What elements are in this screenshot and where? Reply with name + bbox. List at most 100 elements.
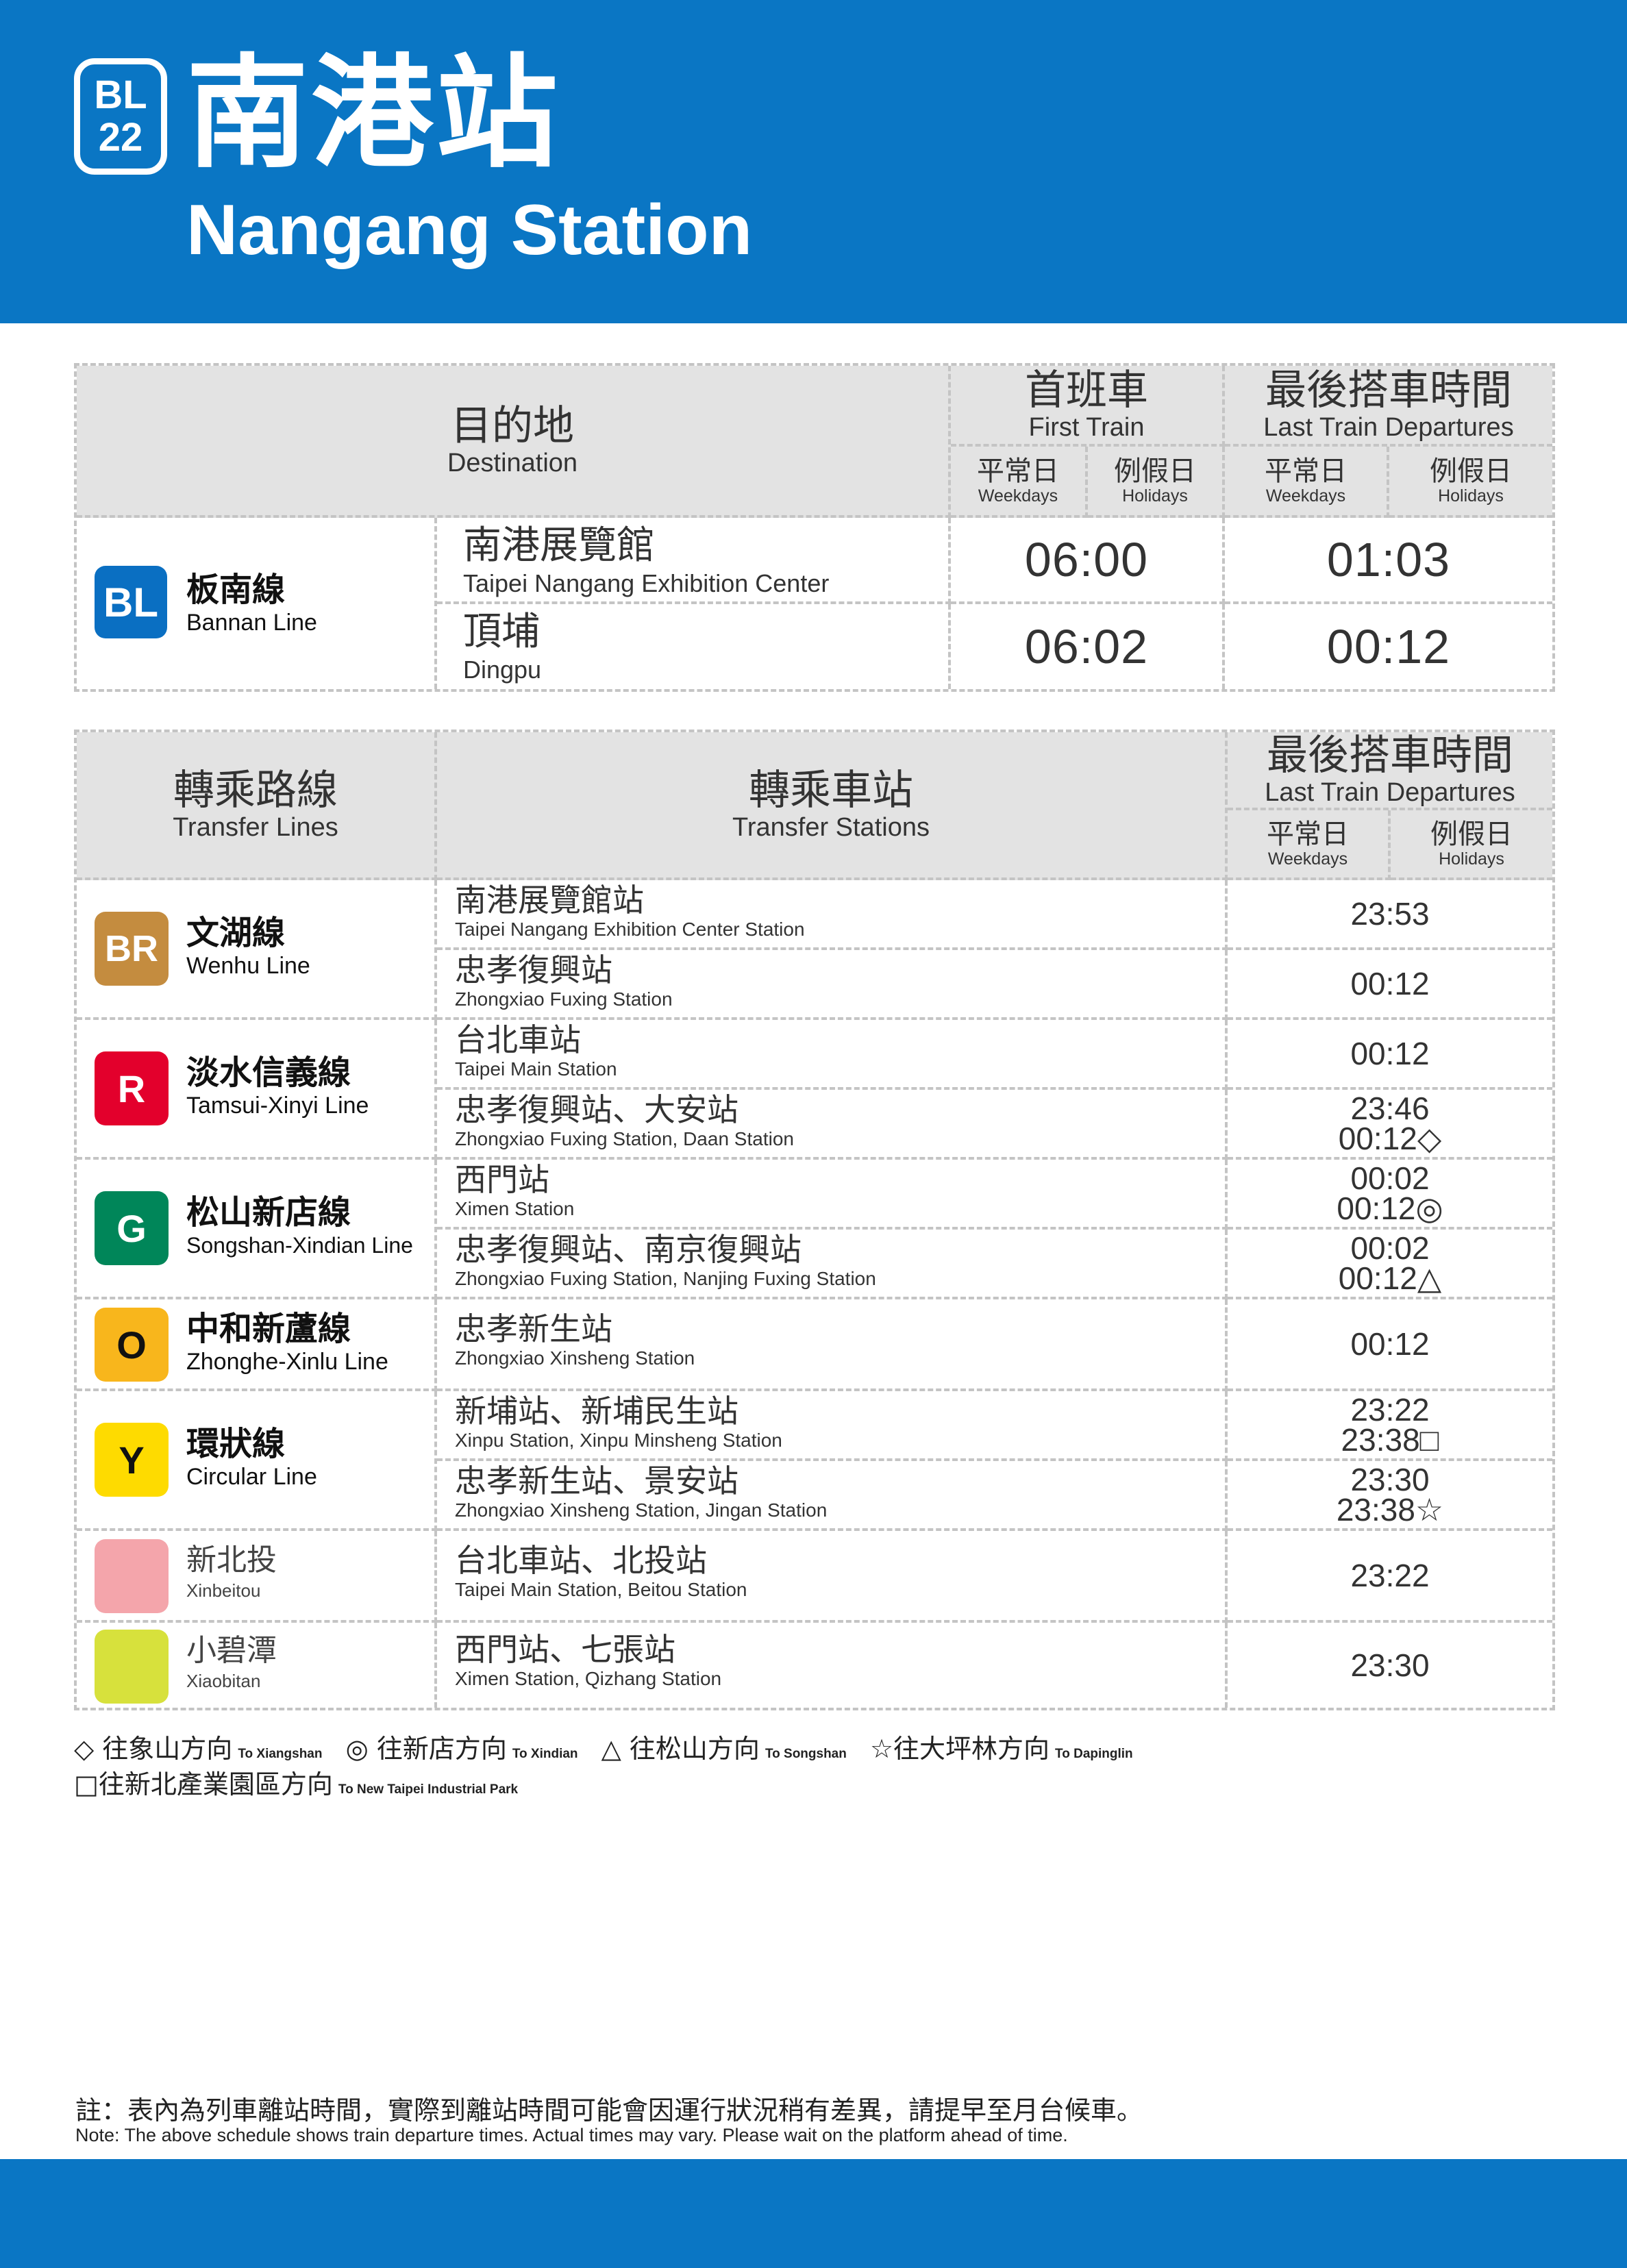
line-name-en: Wenhu Line bbox=[186, 953, 310, 979]
legend-songshan-zh: △ 往松山方向 bbox=[601, 1734, 760, 1764]
transfer-station-en: Xinpu Station, Xinpu Minsheng Station bbox=[455, 1430, 782, 1451]
transfer-last-zh: 最後搭車時間 bbox=[1267, 732, 1513, 780]
transfer-stations-en: Transfer Stations bbox=[732, 813, 930, 842]
transfer-time-cell: 23:30 23:38☆ bbox=[1228, 1461, 1552, 1531]
line-name-en: Bannan Line bbox=[186, 610, 317, 636]
last-weekdays-header: 平常日 Weekdays bbox=[1225, 447, 1389, 518]
transfer-station-zh: 忠孝新生站、景安站 bbox=[455, 1462, 738, 1499]
transfer-time-value: 00:12 bbox=[1350, 966, 1430, 1001]
first-train-header: 首班車 First Train bbox=[951, 366, 1225, 447]
line-name-zh: 松山新店線 bbox=[186, 1193, 351, 1232]
transfer-time-cell: 23:30 bbox=[1228, 1623, 1552, 1708]
transfer-station-en: Taipei Main Station, Beitou Station bbox=[455, 1579, 747, 1600]
transfer-time-cell: 23:46 00:12◇ bbox=[1228, 1090, 1552, 1160]
station-name-en: Nangang Station bbox=[186, 190, 753, 270]
transfer-station-zh: 忠孝復興站 bbox=[455, 951, 612, 988]
destination-en: Dingpu bbox=[463, 656, 542, 684]
transfer-station-en: Zhongxiao Xinsheng Station, Jingan Stati… bbox=[455, 1499, 828, 1521]
transfer-station-row: 忠孝新生站、景安站 Zhongxiao Xinsheng Station, Ji… bbox=[437, 1461, 1228, 1531]
legend-dapinglin-zh: ☆往大坪林方向 bbox=[869, 1734, 1050, 1764]
transfer-station-en: Zhongxiao Fuxing Station, Nanjing Fuxing… bbox=[455, 1268, 876, 1289]
destination-en: Taipei Nangang Exhibition Center bbox=[463, 569, 830, 597]
note-zh: 註：表內為列車離站時間，實際到離站時間可能會因運行狀況稍有差異，請提早至月台候車… bbox=[75, 2095, 1143, 2126]
holidays-label-en: Holidays bbox=[1438, 486, 1504, 506]
transfer-station-en: Taipei Nangang Exhibition Center Station bbox=[455, 919, 805, 940]
line-name-zh: 文湖線 bbox=[186, 914, 286, 952]
line-badge-y: Y bbox=[95, 1423, 169, 1497]
last-train-time: 01:03 bbox=[1225, 518, 1552, 604]
transfer-time-value: 00:12 bbox=[1350, 1036, 1430, 1071]
line-name-en: Xiaobitan bbox=[186, 1671, 261, 1691]
station-code-number: 22 bbox=[98, 115, 143, 160]
transfer-station-row: 忠孝復興站、南京復興站 Zhongxiao Fuxing Station, Na… bbox=[437, 1230, 1228, 1299]
transfer-time-cell: 00:12 bbox=[1228, 950, 1552, 1020]
first-train-en: First Train bbox=[1028, 413, 1145, 442]
transfer-lines-en: Transfer Lines bbox=[173, 813, 338, 842]
transfer-time-value: 23:46 bbox=[1350, 1091, 1430, 1126]
line-name-zh: 淡水信義線 bbox=[186, 1054, 351, 1092]
transfer-station-row: 忠孝復興站、大安站 Zhongxiao Fuxing Station, Daan… bbox=[437, 1090, 1228, 1160]
line-cell-xinbeitou: 新北投 Xinbeitou bbox=[77, 1531, 437, 1623]
last-train-zh: 最後搭車時間 bbox=[1265, 366, 1512, 414]
line-cell-wenhu: BR 文湖線 Wenhu Line bbox=[77, 880, 437, 1020]
schedule-table: 目的地 Destination 首班車 First Train 最後搭車時間 L… bbox=[74, 363, 1555, 692]
header-band: BL 22 南港站 Nangang Station bbox=[0, 0, 1627, 323]
transfer-time-cell: 23:22 bbox=[1228, 1531, 1552, 1623]
transfer-station-zh: 新埔站、新埔民生站 bbox=[455, 1393, 738, 1430]
last-train-value: 00:12 bbox=[1326, 620, 1451, 673]
transfer-time-value-2: 00:12◇ bbox=[1338, 1121, 1442, 1156]
transfer-station-row: 忠孝復興站 Zhongxiao Fuxing Station bbox=[437, 950, 1228, 1020]
last-holidays-header: 例假日 Holidays bbox=[1389, 447, 1552, 518]
transfer-station-row: 新埔站、新埔民生站 Xinpu Station, Xinpu Minsheng … bbox=[437, 1391, 1228, 1461]
footer-band bbox=[0, 2159, 1627, 2268]
line-cell-xiaobitan: 小碧潭 Xiaobitan bbox=[77, 1623, 437, 1708]
legend-industrial-park-en: To New Taipei Industrial Park bbox=[338, 1782, 519, 1797]
last-train-en: Last Train Departures bbox=[1263, 413, 1514, 442]
transfer-time-value-2: 00:12◎ bbox=[1337, 1191, 1443, 1226]
transfer-station-row: 南港展覽館站 Taipei Nangang Exhibition Center … bbox=[437, 880, 1228, 950]
line-badge-br: BR bbox=[95, 912, 169, 986]
line-name-en: Songshan-Xindian Line bbox=[186, 1233, 413, 1258]
weekdays-label-zh: 平常日 bbox=[977, 456, 1059, 487]
transfer-table: 轉乘路線 Transfer Lines 轉乘車站 Transfer Statio… bbox=[74, 730, 1555, 1710]
line-name-zh: 環狀線 bbox=[186, 1425, 286, 1463]
legend-line-2: □往新北產業園區方向 To New Taipei Industrial Park bbox=[74, 1767, 533, 1807]
legend-xindian-en: To Xindian bbox=[512, 1747, 578, 1761]
transfer-station-zh: 西門站 bbox=[455, 1161, 549, 1198]
line-cell-circular: Y 環狀線 Circular Line bbox=[77, 1391, 437, 1531]
line-swatch-xiaobitan bbox=[95, 1630, 169, 1704]
transfer-station-zh: 台北車站 bbox=[455, 1021, 581, 1058]
line-name-zh: 中和新蘆線 bbox=[186, 1310, 351, 1348]
legend-industrial-park-zh: □往新北產業園區方向 bbox=[74, 1769, 333, 1799]
transfer-time-value: 23:53 bbox=[1350, 896, 1430, 932]
transfer-time-cell: 00:12 bbox=[1228, 1020, 1552, 1090]
station-code-line: BL bbox=[94, 73, 147, 117]
transfer-station-row: 西門站、七張站 Ximen Station, Qizhang Station bbox=[437, 1623, 1228, 1708]
transfer-station-en: Ximen Station, Qizhang Station bbox=[455, 1668, 722, 1689]
weekdays-label-zh: 平常日 bbox=[1267, 819, 1349, 850]
transfer-time-cell: 00:12 bbox=[1228, 1299, 1552, 1391]
legend-xiangshan-zh: ◇ 往象山方向 bbox=[74, 1734, 233, 1764]
holidays-label-en: Holidays bbox=[1439, 849, 1504, 869]
transfer-weekdays-header: 平常日 Weekdays bbox=[1228, 810, 1391, 880]
line-name-en: Circular Line bbox=[186, 1464, 317, 1490]
transfer-time-value: 00:02 bbox=[1350, 1230, 1430, 1266]
weekdays-label-en: Weekdays bbox=[1265, 486, 1346, 506]
transfer-lines-zh: 轉乘路線 bbox=[173, 767, 338, 814]
destination-row: 頂埔 Dingpu bbox=[437, 604, 951, 689]
weekdays-label-en: Weekdays bbox=[978, 486, 1058, 506]
transfer-time-value: 23:30 bbox=[1350, 1647, 1430, 1683]
destination-row: 南港展覽館 Taipei Nangang Exhibition Center bbox=[437, 518, 951, 604]
line-name-en: Zhonghe-Xinlu Line bbox=[186, 1349, 388, 1375]
transfer-station-en: Zhongxiao Fuxing Station, Daan Station bbox=[455, 1128, 794, 1149]
note-en: Note: The above schedule shows train dep… bbox=[75, 2125, 1068, 2145]
transfer-time-value: 00:12 bbox=[1350, 1326, 1430, 1362]
line-cell-songshan-xindian: G 松山新店線 Songshan-Xindian Line bbox=[77, 1160, 437, 1299]
transfer-time-value-2: 23:38□ bbox=[1341, 1422, 1439, 1458]
line-name-zh: 小碧潭 bbox=[186, 1633, 277, 1668]
transfer-time-value-2: 23:38☆ bbox=[1336, 1492, 1444, 1528]
transfer-station-zh: 南港展覽館站 bbox=[455, 882, 644, 919]
line-cell-tamsui-xinyi: R 淡水信義線 Tamsui-Xinyi Line bbox=[77, 1020, 437, 1160]
destination-header-zh: 目的地 bbox=[451, 402, 574, 450]
destination-zh: 頂埔 bbox=[463, 610, 540, 654]
